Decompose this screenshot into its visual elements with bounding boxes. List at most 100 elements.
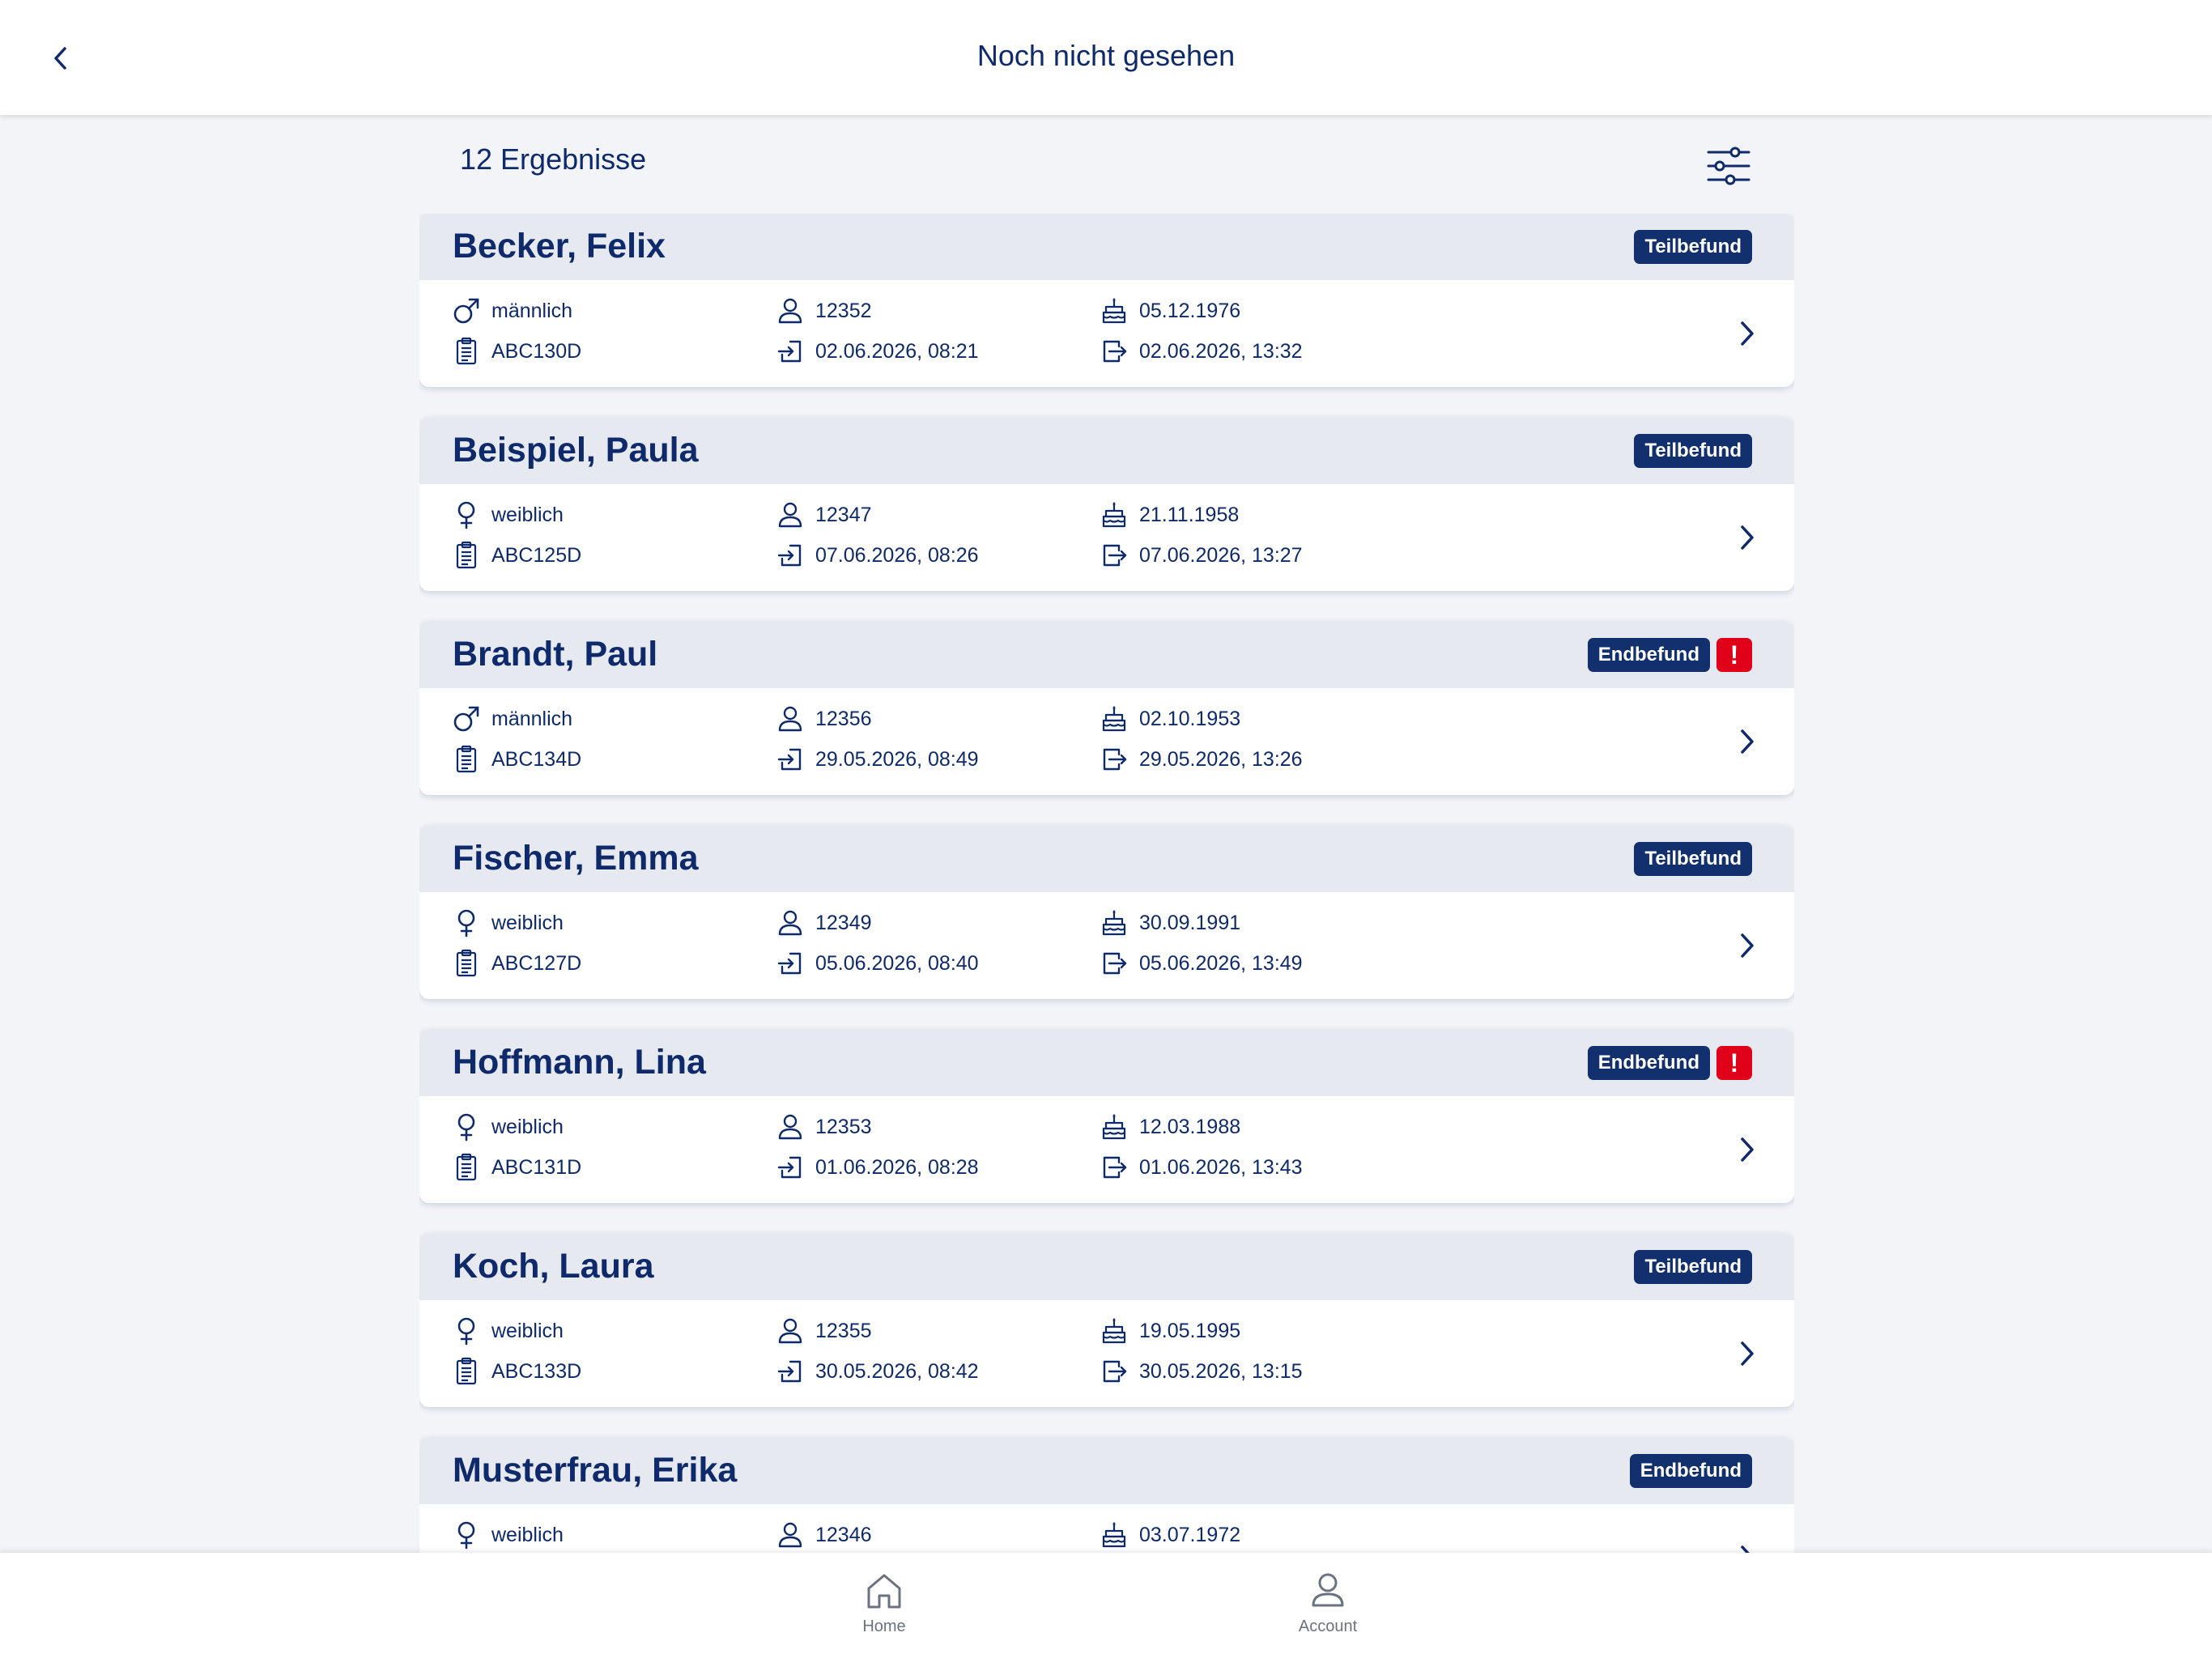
patient-id-field: 12347 — [776, 499, 872, 531]
filter-button[interactable] — [1699, 136, 1759, 196]
sign-out-icon — [1103, 340, 1127, 363]
birthdate-field: 21.11.1958 — [1100, 499, 1239, 531]
patient-id-value: 12352 — [815, 299, 872, 322]
sign-in-icon — [777, 544, 802, 567]
sign-in-icon — [777, 952, 802, 975]
female-icon — [457, 1113, 475, 1141]
patient-card-header: Fischer, Emma Teilbefund — [419, 826, 1794, 892]
case-field: ABC131D — [452, 1151, 581, 1184]
chevron-right-icon — [1741, 1545, 1750, 1553]
patient-card-header: Becker, Felix Teilbefund — [419, 214, 1794, 280]
sign-in-icon — [777, 748, 802, 771]
birthdate-value: 12.03.1988 — [1139, 1115, 1241, 1138]
patient-list[interactable]: Becker, Felix Teilbefund männlich 12352 … — [419, 214, 1794, 1553]
patient-card-body: weiblich 12353 12.03.1988 ABC131D 01.06.… — [419, 1096, 1794, 1203]
open-detail-button[interactable] — [1731, 724, 1763, 759]
case-field: ABC134D — [452, 743, 581, 776]
admission-field: 07.06.2026, 08:26 — [776, 539, 979, 572]
patient-card[interactable]: Fischer, Emma Teilbefund weiblich 12349 … — [419, 826, 1794, 999]
female-icon — [457, 1521, 475, 1550]
patient-id-value: 12346 — [815, 1523, 872, 1546]
patient-id-field: 12346 — [776, 1519, 872, 1551]
case-value: ABC130D — [491, 339, 582, 363]
discharge-field: 30.05.2026, 13:15 — [1100, 1355, 1303, 1388]
case-field: ABC125D — [452, 539, 581, 572]
patient-card-header: Brandt, Paul Endbefund ! — [419, 622, 1794, 688]
discharge-value: 30.05.2026, 13:15 — [1139, 1359, 1303, 1383]
chevron-right-icon — [1741, 933, 1754, 958]
admission-field: 02.06.2026, 08:21 — [776, 335, 979, 368]
clipboard-icon — [456, 337, 477, 365]
case-value: ABC131D — [491, 1155, 582, 1179]
open-detail-button[interactable] — [1731, 928, 1763, 963]
case-value: ABC127D — [491, 951, 582, 975]
top-bar: Noch nicht gesehen — [0, 0, 2212, 115]
sign-out-icon — [1103, 1156, 1127, 1179]
patient-name: Beispiel, Paula — [453, 431, 699, 470]
open-detail-button[interactable] — [1731, 316, 1763, 351]
status-badge: Endbefund — [1587, 1046, 1710, 1080]
status-badge: Endbefund — [1587, 638, 1710, 672]
birthday-cake-icon — [1102, 706, 1126, 732]
alert-badge: ! — [1716, 1046, 1752, 1080]
status-badge: Teilbefund — [1634, 434, 1752, 468]
case-value: ABC125D — [491, 543, 582, 567]
gender-field: weiblich — [452, 1111, 564, 1143]
patient-card-body: weiblich 12349 30.09.1991 ABC127D 05.06.… — [419, 892, 1794, 999]
tab-account[interactable]: Account — [1263, 1571, 1393, 1652]
patient-card[interactable]: Beispiel, Paula Teilbefund weiblich 1234… — [419, 418, 1794, 591]
tab-home[interactable]: Home — [819, 1571, 949, 1652]
birthdate-field: 03.07.1972 — [1100, 1519, 1240, 1551]
home-icon — [867, 1574, 901, 1609]
person-icon — [778, 502, 802, 528]
patient-id-value: 12355 — [815, 1319, 872, 1342]
gender-value: männlich — [491, 707, 573, 730]
patient-card[interactable]: Hoffmann, Lina Endbefund ! weiblich 1235… — [419, 1030, 1794, 1203]
sign-out-icon — [1103, 1360, 1127, 1383]
chevron-right-icon — [1741, 729, 1754, 754]
discharge-value: 02.06.2026, 13:32 — [1139, 339, 1303, 363]
sign-in-icon — [777, 1156, 802, 1179]
gender-field: weiblich — [452, 1519, 564, 1551]
patient-card[interactable]: Musterfrau, Erika Endbefund weiblich 123… — [419, 1438, 1794, 1553]
open-detail-button[interactable] — [1731, 1132, 1763, 1167]
open-detail-button[interactable] — [1731, 1540, 1763, 1553]
tab-home-label: Home — [862, 1618, 906, 1635]
birthdate-field: 19.05.1995 — [1100, 1315, 1240, 1347]
patient-id-value: 12349 — [815, 911, 872, 934]
male-icon — [453, 298, 479, 324]
admission-value: 05.06.2026, 08:40 — [815, 951, 979, 975]
birthdate-value: 02.10.1953 — [1139, 707, 1241, 730]
admission-value: 02.06.2026, 08:21 — [815, 339, 979, 363]
male-icon — [453, 706, 479, 732]
patient-id-field: 12355 — [776, 1315, 872, 1347]
page-title: Noch nicht gesehen — [976, 39, 1236, 72]
patient-id-field: 12353 — [776, 1111, 872, 1143]
birthdate-field: 02.10.1953 — [1100, 703, 1240, 735]
status-badges: Teilbefund — [1634, 230, 1752, 264]
admission-field: 30.05.2026, 08:42 — [776, 1355, 979, 1388]
bottom-navigation: Home Account — [0, 1553, 2212, 1658]
admission-value: 07.06.2026, 08:26 — [815, 543, 979, 567]
sliders-icon — [1707, 147, 1750, 185]
patient-card[interactable]: Becker, Felix Teilbefund männlich 12352 … — [419, 214, 1794, 387]
gender-value: weiblich — [491, 1115, 564, 1138]
status-badges: Endbefund ! — [1587, 638, 1752, 672]
admission-field: 01.06.2026, 08:28 — [776, 1151, 979, 1184]
patient-card-body: weiblich 12347 21.11.1958 ABC125D 07.06.… — [419, 484, 1794, 591]
birthday-cake-icon — [1102, 1114, 1126, 1140]
sign-out-icon — [1103, 748, 1127, 771]
patient-id-value: 12347 — [815, 503, 872, 526]
open-detail-button[interactable] — [1731, 520, 1763, 555]
admission-field: 05.06.2026, 08:40 — [776, 947, 979, 980]
gender-field: männlich — [452, 703, 572, 735]
person-icon — [778, 1522, 802, 1548]
patient-card[interactable]: Koch, Laura Teilbefund weiblich 12355 19… — [419, 1234, 1794, 1407]
discharge-value: 01.06.2026, 13:43 — [1139, 1155, 1303, 1179]
admission-value: 01.06.2026, 08:28 — [815, 1155, 979, 1179]
open-detail-button[interactable] — [1731, 1336, 1763, 1371]
patient-card[interactable]: Brandt, Paul Endbefund ! männlich 12356 … — [419, 622, 1794, 795]
patient-card-header: Koch, Laura Teilbefund — [419, 1234, 1794, 1300]
patient-id-field: 12349 — [776, 907, 872, 939]
birthday-cake-icon — [1102, 910, 1126, 936]
